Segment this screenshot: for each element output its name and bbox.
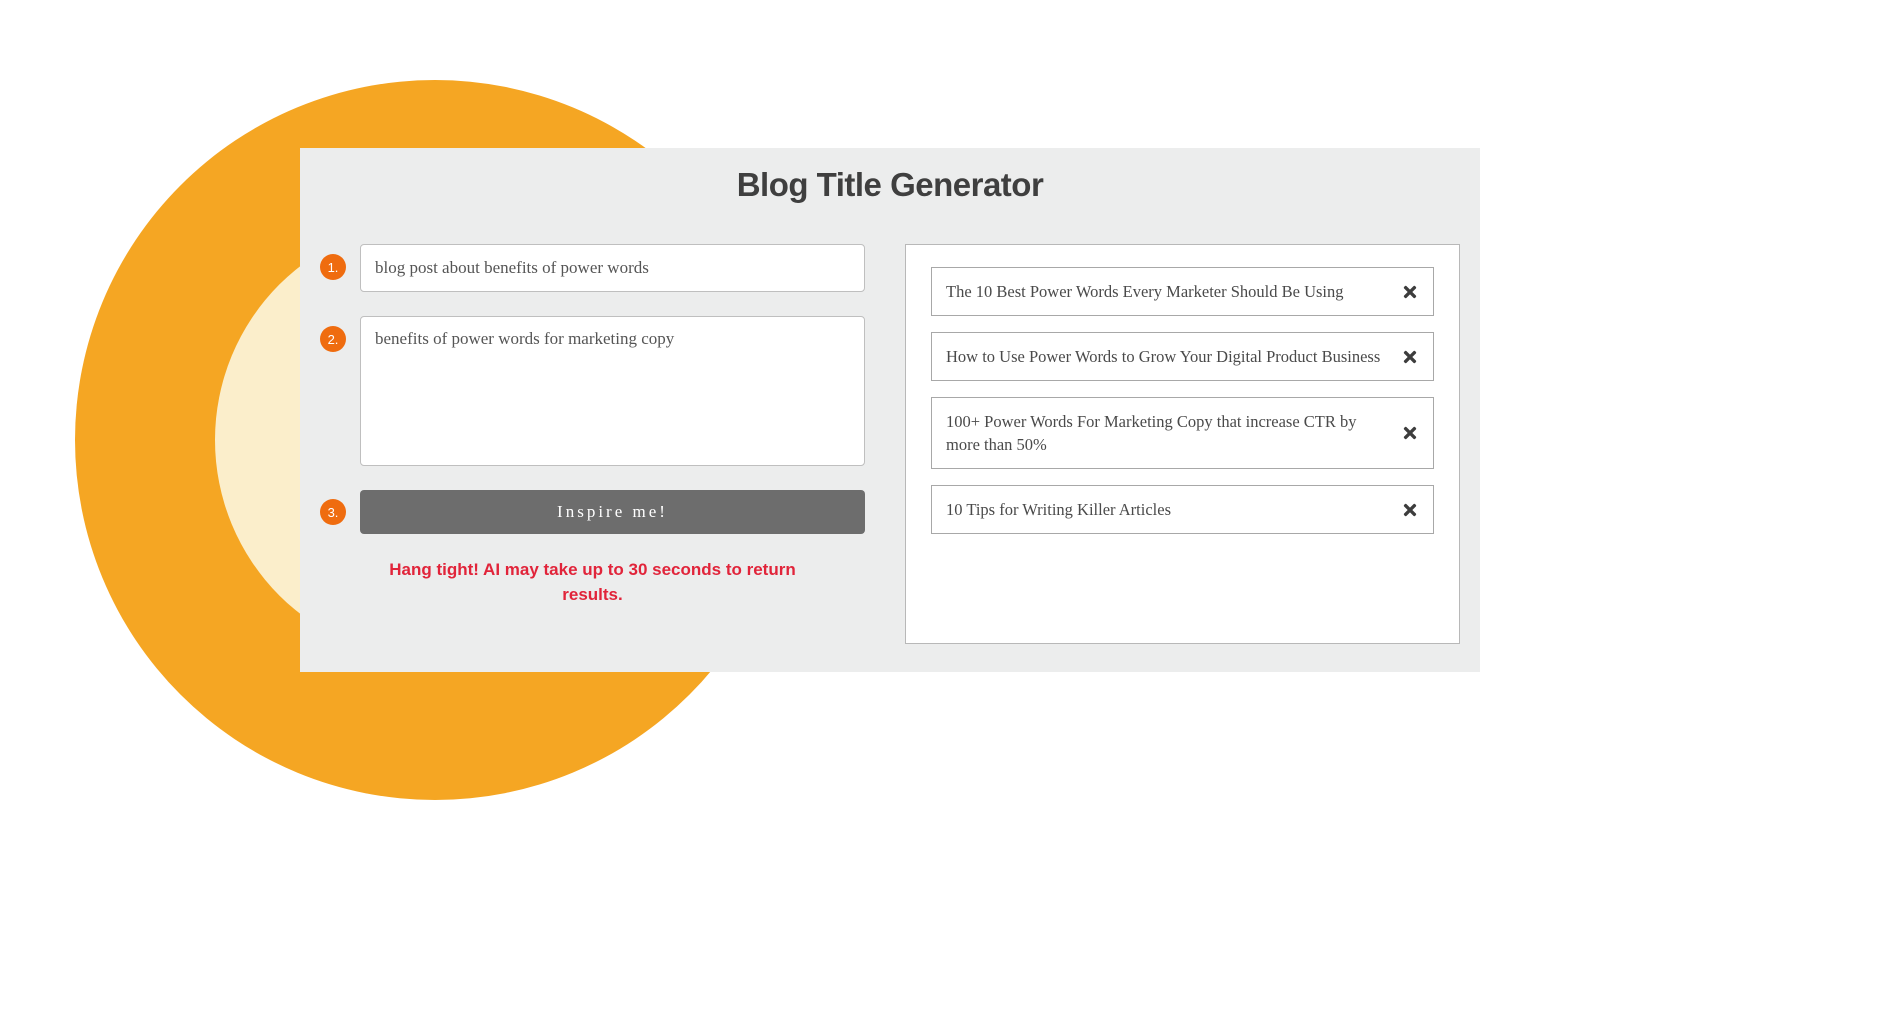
result-text: 10 Tips for Writing Killer Articles (946, 498, 1171, 521)
step-1-row: 1. (320, 244, 865, 292)
close-icon[interactable] (1401, 424, 1419, 442)
step-3-badge: 3. (320, 499, 346, 525)
app-card: Blog Title Generator 1. 2. 3. Inspire me… (300, 148, 1480, 672)
close-icon[interactable] (1401, 348, 1419, 366)
main-columns: 1. 2. 3. Inspire me! Hang tight! AI may … (320, 244, 1460, 644)
result-item: The 10 Best Power Words Every Marketer S… (931, 267, 1434, 316)
inspire-button[interactable]: Inspire me! (360, 490, 865, 534)
close-icon[interactable] (1401, 501, 1419, 519)
result-item: 100+ Power Words For Marketing Copy that… (931, 397, 1434, 469)
result-item: How to Use Power Words to Grow Your Digi… (931, 332, 1434, 381)
description-textarea[interactable] (360, 316, 865, 466)
form-column: 1. 2. 3. Inspire me! Hang tight! AI may … (320, 244, 865, 607)
page-title: Blog Title Generator (320, 166, 1460, 204)
close-icon[interactable] (1401, 283, 1419, 301)
status-message: Hang tight! AI may take up to 30 seconds… (320, 558, 865, 607)
step-2-row: 2. (320, 316, 865, 466)
result-text: 100+ Power Words For Marketing Copy that… (946, 410, 1389, 456)
result-item: 10 Tips for Writing Killer Articles (931, 485, 1434, 534)
result-text: How to Use Power Words to Grow Your Digi… (946, 345, 1380, 368)
step-3-row: 3. Inspire me! (320, 490, 865, 534)
result-text: The 10 Best Power Words Every Marketer S… (946, 280, 1344, 303)
topic-input[interactable] (360, 244, 865, 292)
results-panel: The 10 Best Power Words Every Marketer S… (905, 244, 1460, 644)
step-2-badge: 2. (320, 326, 346, 352)
step-1-badge: 1. (320, 254, 346, 280)
